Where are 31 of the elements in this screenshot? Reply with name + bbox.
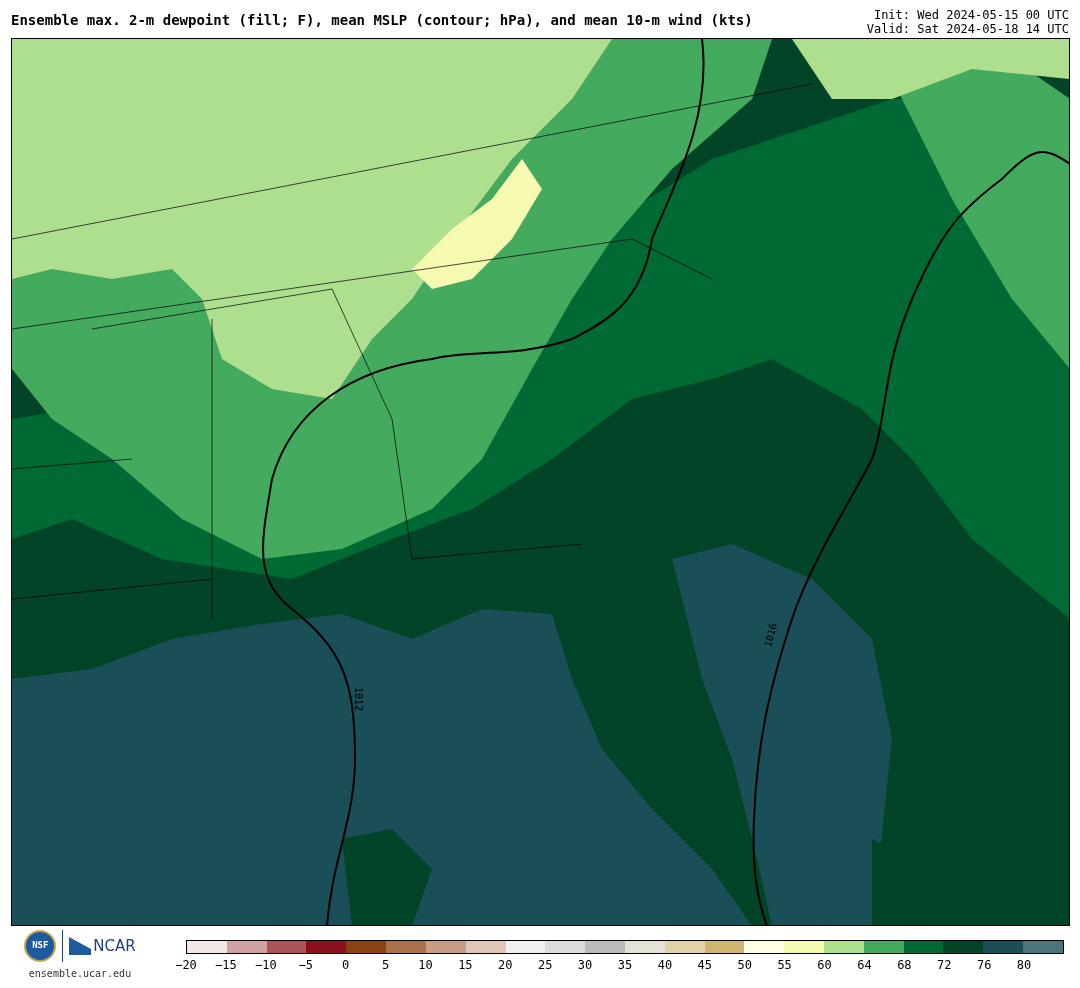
tick-label: 15 bbox=[458, 957, 473, 974]
tick-label: 68 bbox=[897, 957, 912, 974]
tick-label: 30 bbox=[577, 957, 593, 974]
tick-label: 76 bbox=[976, 957, 992, 974]
tick-label: 40 bbox=[657, 957, 673, 974]
ncar-logo: NCAR bbox=[93, 938, 136, 954]
site-url: ensemble.ucar.edu bbox=[28, 967, 132, 981]
tick-label: 60 bbox=[817, 957, 832, 974]
nsf-logo: NSF bbox=[24, 930, 57, 962]
chart-title: Ensemble max. 2-m dewpoint (fill; F), mean MSLP (contour; hPa), and mean 10-m wind (kts) bbox=[11, 11, 753, 27]
tick-label: −5 bbox=[298, 957, 313, 974]
tick-label: 55 bbox=[777, 957, 792, 974]
tick-label: 10 bbox=[418, 957, 433, 974]
tick-label: 64 bbox=[857, 957, 872, 974]
tick-label: 5 bbox=[381, 957, 390, 974]
init-time: Init: Wed 2024-05-15 00 UTC bbox=[873, 8, 1069, 22]
tick-label: 45 bbox=[697, 957, 713, 974]
tick-label: 0 bbox=[342, 957, 350, 974]
valid-time: Valid: Sat 2024-05-18 14 UTC bbox=[866, 22, 1069, 36]
tick-label: 20 bbox=[498, 957, 513, 974]
contour-label: 1016 bbox=[762, 622, 780, 649]
tick-label: 80 bbox=[1016, 957, 1032, 974]
tick-label: −10 bbox=[254, 957, 277, 974]
tick-label: −20 bbox=[175, 957, 197, 974]
tick-label: 35 bbox=[617, 957, 633, 974]
ncar-mark-icon bbox=[69, 937, 92, 955]
tick-label: −15 bbox=[215, 957, 237, 974]
tick-label: 50 bbox=[737, 957, 752, 974]
tick-label: 25 bbox=[537, 957, 553, 974]
tick-label: 72 bbox=[937, 957, 952, 974]
contour-label: 1012 bbox=[353, 686, 364, 712]
